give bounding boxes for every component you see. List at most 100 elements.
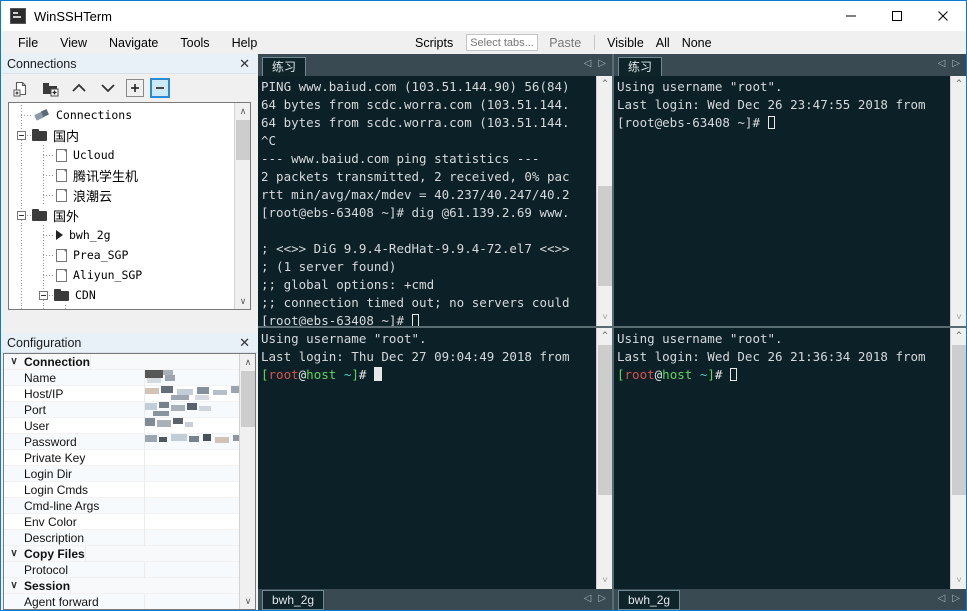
config-row-value[interactable] — [144, 401, 240, 418]
minimize-icon[interactable] — [828, 1, 874, 31]
terminal-scrollbar[interactable]: ^ ˅ — [596, 76, 612, 326]
scrollbar-thumb[interactable] — [241, 371, 255, 427]
config-row-protocol[interactable]: Protocol — [4, 561, 240, 578]
tree-item-Ucloud[interactable]: Ucloud — [9, 145, 235, 165]
scroll-up-icon[interactable]: ^ — [951, 76, 966, 92]
tree-item-浪潮云[interactable]: 浪潮云 — [9, 185, 235, 205]
chevron-down-icon[interactable]: ∨ — [4, 548, 24, 559]
config-row-connection[interactable]: ∨ Connection — [4, 354, 240, 370]
tab-prev-icon[interactable]: ◁ — [938, 58, 946, 69]
scrollbar-thumb[interactable] — [598, 345, 612, 495]
scroll-up-icon[interactable]: ^ — [951, 328, 966, 344]
menu-view[interactable]: View — [49, 34, 98, 52]
close-icon[interactable]: ✕ — [239, 336, 250, 349]
all-button[interactable]: All — [650, 34, 676, 52]
terminal-output-bottom-right[interactable]: Using username "root". Last login: Wed D… — [614, 328, 966, 589]
scroll-down-icon[interactable]: ˅ — [951, 310, 966, 326]
chevron-down-icon[interactable]: ∨ — [4, 580, 24, 591]
scroll-up-icon[interactable]: ^ — [597, 328, 612, 344]
config-row-cmd-line-args[interactable]: Cmd-line Args — [4, 497, 240, 514]
config-row-user[interactable]: User — [4, 417, 240, 434]
configuration-scrollbar[interactable]: ∧ ∨ — [239, 354, 255, 609]
none-button[interactable]: None — [676, 34, 718, 52]
scroll-down-icon[interactable]: ˅ — [597, 310, 612, 326]
config-row-host-ip[interactable]: Host/IP — [4, 385, 240, 402]
scroll-down-icon[interactable]: ∨ — [235, 293, 250, 309]
tree-item-Aliyun_SGP[interactable]: Aliyun_SGP — [9, 265, 235, 285]
menu-file[interactable]: File — [7, 34, 49, 52]
new-folder-icon[interactable] — [39, 77, 61, 99]
config-row-value[interactable] — [144, 417, 240, 434]
config-row-value[interactable] — [144, 481, 240, 498]
tree-item-国外[interactable]: 国外 — [9, 205, 235, 225]
config-row-value[interactable] — [144, 449, 240, 466]
tab-prev-icon[interactable]: ◁ — [584, 58, 592, 69]
config-row-value[interactable] — [144, 433, 240, 450]
maximize-icon[interactable] — [874, 1, 920, 31]
scroll-up-icon[interactable]: ^ — [597, 76, 612, 92]
tab-next-icon[interactable]: ▷ — [598, 593, 606, 604]
config-row-value[interactable] — [144, 465, 240, 482]
config-row-agent-forward[interactable]: Agent forward — [4, 593, 240, 609]
tree-item-腾讯学生机[interactable]: 腾讯学生机 — [9, 165, 235, 185]
tree-item-国内[interactable]: 国内 — [9, 125, 235, 145]
collapse-toggle-icon[interactable] — [17, 130, 26, 140]
terminal-scrollbar[interactable]: ^ ˅ — [950, 328, 966, 589]
config-row-value[interactable] — [144, 561, 240, 578]
terminal-scrollbar[interactable]: ^ ˅ — [596, 328, 612, 589]
move-up-icon[interactable] — [68, 77, 90, 99]
config-row-value[interactable] — [144, 529, 240, 546]
config-row-copy-files[interactable]: ∨ Copy Files — [4, 545, 240, 562]
visible-button[interactable]: Visible — [601, 34, 650, 52]
menu-help[interactable]: Help — [221, 34, 269, 52]
scroll-up-icon[interactable]: ∧ — [240, 354, 255, 370]
connections-tree[interactable]: Connections 国内 Ucloud 腾讯学生机 浪潮云 国外 bwh_2g Prea_… — [8, 102, 251, 310]
close-icon[interactable]: ✕ — [239, 57, 250, 70]
connections-tree-scrollbar[interactable]: ∧ ∨ — [234, 103, 250, 309]
config-row-port[interactable]: Port — [4, 401, 240, 418]
config-row-value[interactable] — [144, 369, 240, 386]
tab-next-icon[interactable]: ▷ — [952, 58, 960, 69]
paste-button[interactable]: Paste — [542, 34, 588, 52]
config-row-description[interactable]: Description — [4, 529, 240, 546]
chevron-down-icon[interactable]: ∨ — [4, 356, 24, 367]
scrollbar-thumb[interactable] — [598, 186, 612, 286]
tree-item-bwh_2g[interactable]: bwh_2g — [9, 225, 235, 245]
tree-item-Connections[interactable]: Connections — [9, 105, 235, 125]
terminal-tab[interactable]: 练习 — [262, 57, 307, 76]
collapse-toggle-icon[interactable] — [39, 290, 48, 300]
tree-item-CDN[interactable]: CDN — [9, 285, 235, 305]
scroll-down-icon[interactable]: ˅ — [951, 573, 966, 589]
terminal-output-top-right[interactable]: Using username "root". Last login: Wed D… — [614, 76, 966, 326]
scroll-down-icon[interactable]: ˅ — [597, 573, 612, 589]
terminal-tab[interactable]: 练习 — [618, 57, 663, 76]
scripts-button[interactable]: Scripts — [406, 34, 462, 52]
select-tabs-input[interactable] — [466, 34, 539, 51]
config-row-value[interactable] — [144, 513, 240, 530]
tab-prev-icon[interactable]: ◁ — [938, 593, 946, 604]
config-row-value[interactable] — [144, 593, 240, 609]
move-down-icon[interactable] — [97, 77, 119, 99]
collapse-toggle-icon[interactable] — [17, 210, 26, 220]
terminal-output-bottom-left[interactable]: Using username "root". Last login: Thu D… — [258, 328, 612, 589]
scrollbar-thumb[interactable] — [952, 345, 966, 495]
tab-prev-icon[interactable]: ◁ — [584, 593, 592, 604]
terminal-output-top-left[interactable]: PING www.baiud.com (103.51.144.90) 56(84… — [258, 76, 612, 326]
session-name-tab[interactable]: bwh_2g — [618, 590, 681, 610]
menu-tools[interactable]: Tools — [169, 34, 220, 52]
tab-next-icon[interactable]: ▷ — [952, 593, 960, 604]
config-row-name[interactable]: Name — [4, 369, 240, 386]
new-connection-icon[interactable] — [10, 77, 32, 99]
close-icon[interactable] — [920, 1, 966, 31]
config-row-session[interactable]: ∨ Session — [4, 577, 240, 594]
tree-item-bwh_gia[interactable]: bwh_gia — [9, 305, 235, 309]
tab-next-icon[interactable]: ▷ — [598, 58, 606, 69]
config-row-password[interactable]: Password — [4, 433, 240, 450]
collapse-all-icon[interactable] — [150, 78, 170, 98]
config-row-value[interactable] — [144, 385, 240, 402]
config-row-env-color[interactable]: Env Color — [4, 513, 240, 530]
configuration-grid[interactable]: ∨ Connection Name Host/IP Port User Password Pr… — [3, 353, 256, 610]
scrollbar-thumb[interactable] — [236, 120, 250, 160]
expand-all-icon[interactable] — [126, 79, 144, 97]
scroll-down-icon[interactable]: ∨ — [240, 593, 255, 609]
